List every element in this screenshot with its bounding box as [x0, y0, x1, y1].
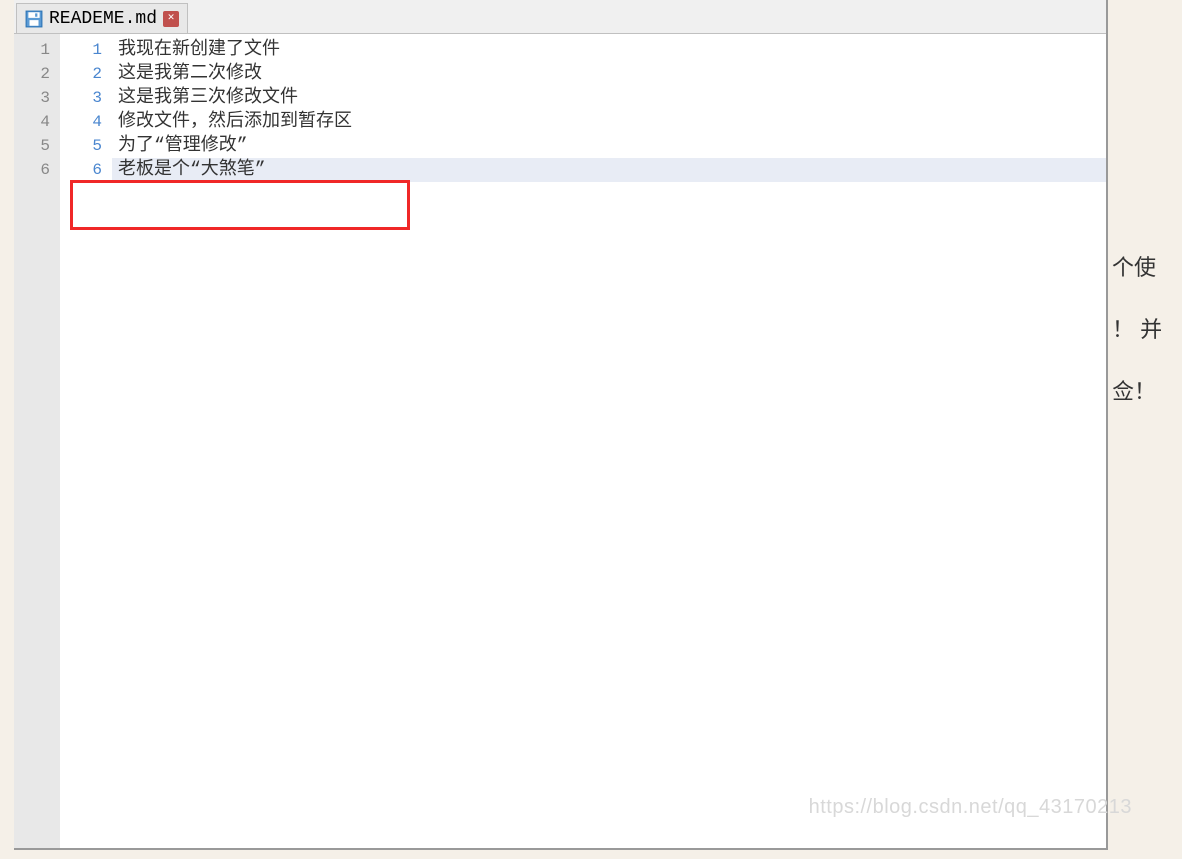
code-line[interactable]: 这是我第二次修改	[112, 62, 1106, 86]
editor-body: 123456 123456 我现在新创建了文件这是我第二次修改这是我第三次修改文…	[14, 34, 1106, 848]
cropped-text-fragments: 个使 ！ 并 佥！	[1112, 250, 1162, 436]
line-number: 4	[14, 110, 60, 134]
watermark: https://blog.csdn.net/qq_43170213	[809, 796, 1132, 819]
line-number: 5	[60, 134, 112, 158]
line-number: 3	[60, 86, 112, 110]
editor-window: READEME.md ✕ 123456 123456 我现在新创建了文件这是我第…	[14, 0, 1108, 850]
gutter-relative: 123456	[60, 34, 112, 848]
code-line[interactable]: 修改文件，然后添加到暂存区	[112, 110, 1106, 134]
line-number: 6	[14, 158, 60, 182]
code-line[interactable]: 为了“管理修改”	[112, 134, 1106, 158]
text-area[interactable]: 我现在新创建了文件这是我第二次修改这是我第三次修改文件修改文件，然后添加到暂存区…	[112, 34, 1106, 848]
save-icon	[25, 10, 43, 28]
line-number: 2	[14, 62, 60, 86]
fragment: ！ 并	[1112, 312, 1162, 344]
line-number: 1	[14, 38, 60, 62]
fragment: 佥！	[1112, 374, 1162, 406]
file-tab[interactable]: READEME.md ✕	[16, 3, 188, 33]
code-line[interactable]: 老板是个“大煞笔”	[112, 158, 1106, 182]
gutter-absolute: 123456	[14, 34, 60, 848]
line-number: 4	[60, 110, 112, 134]
tab-filename: READEME.md	[49, 9, 157, 29]
line-number: 1	[60, 38, 112, 62]
line-number: 3	[14, 86, 60, 110]
code-line[interactable]: 我现在新创建了文件	[112, 38, 1106, 62]
close-icon[interactable]: ✕	[163, 11, 179, 27]
tab-bar: READEME.md ✕	[14, 0, 1106, 34]
line-number: 2	[60, 62, 112, 86]
code-line[interactable]: 这是我第三次修改文件	[112, 86, 1106, 110]
fragment: 个使	[1112, 250, 1162, 282]
line-number: 5	[14, 134, 60, 158]
line-number: 6	[60, 158, 112, 182]
